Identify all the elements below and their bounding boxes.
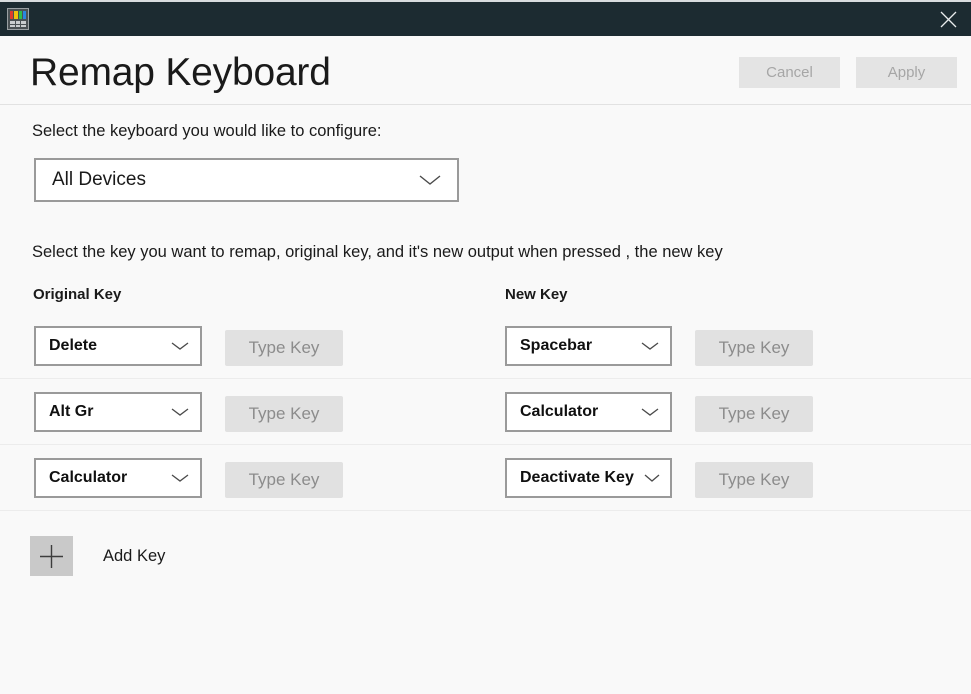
page-title: Remap Keyboard [30,51,331,94]
close-icon[interactable] [925,2,971,36]
chevron-down-icon [171,342,189,350]
type-key-button-new[interactable]: Type Key [695,396,813,432]
new-key-value: Spacebar [520,337,593,354]
type-key-button-original[interactable]: Type Key [225,396,343,432]
add-key-label: Add Key [103,546,166,565]
new-key-select[interactable]: Deactivate Key [505,458,672,498]
table-row: Alt Gr Type Key Calculator Type Key [0,379,971,445]
add-key-button[interactable] [30,536,73,576]
new-key-value: Deactivate Key [520,469,634,486]
chevron-down-icon [644,474,660,482]
instruction-text: Select the key you want to remap, origin… [32,243,723,261]
column-header-original-key: Original Key [33,286,122,303]
page-header: Remap Keyboard Cancel Apply [0,36,971,105]
title-bar [0,0,971,36]
new-key-select[interactable]: Spacebar [505,326,672,366]
original-key-select[interactable]: Delete [34,326,202,366]
table-row: Delete Type Key Spacebar Type Key [0,313,971,379]
original-key-value: Delete [49,337,98,354]
chevron-down-icon [641,408,659,416]
header-actions: Cancel Apply [739,57,957,88]
original-key-select[interactable]: Alt Gr [34,392,202,432]
type-key-button-original[interactable]: Type Key [225,462,343,498]
cancel-button[interactable]: Cancel [739,57,840,88]
original-key-select[interactable]: Calculator [34,458,202,498]
chevron-down-icon [419,175,441,185]
remap-rows: Delete Type Key Spacebar Type Key Alt Gr [0,313,971,511]
plus-icon [40,544,63,568]
type-key-button-original[interactable]: Type Key [225,330,343,366]
keyboard-app-icon [7,8,29,30]
chevron-down-icon [171,408,189,416]
add-key-row: Add Key [30,536,165,576]
column-header-new-key: New Key [505,286,568,303]
remap-keyboard-window: Remap Keyboard Cancel Apply Select the k… [0,0,971,694]
device-select[interactable]: All Devices [34,158,459,202]
chevron-down-icon [641,342,659,350]
chevron-down-icon [171,474,189,482]
original-key-value: Calculator [49,469,128,486]
new-key-value: Calculator [520,403,599,420]
table-row: Calculator Type Key Deactivate Key Type … [0,445,971,511]
original-key-value: Alt Gr [49,403,94,420]
type-key-button-new[interactable]: Type Key [695,462,813,498]
type-key-button-new[interactable]: Type Key [695,330,813,366]
new-key-select[interactable]: Calculator [505,392,672,432]
apply-button[interactable]: Apply [856,57,957,88]
device-select-label: Select the keyboard you would like to co… [32,122,382,140]
device-select-value: All Devices [52,169,146,190]
